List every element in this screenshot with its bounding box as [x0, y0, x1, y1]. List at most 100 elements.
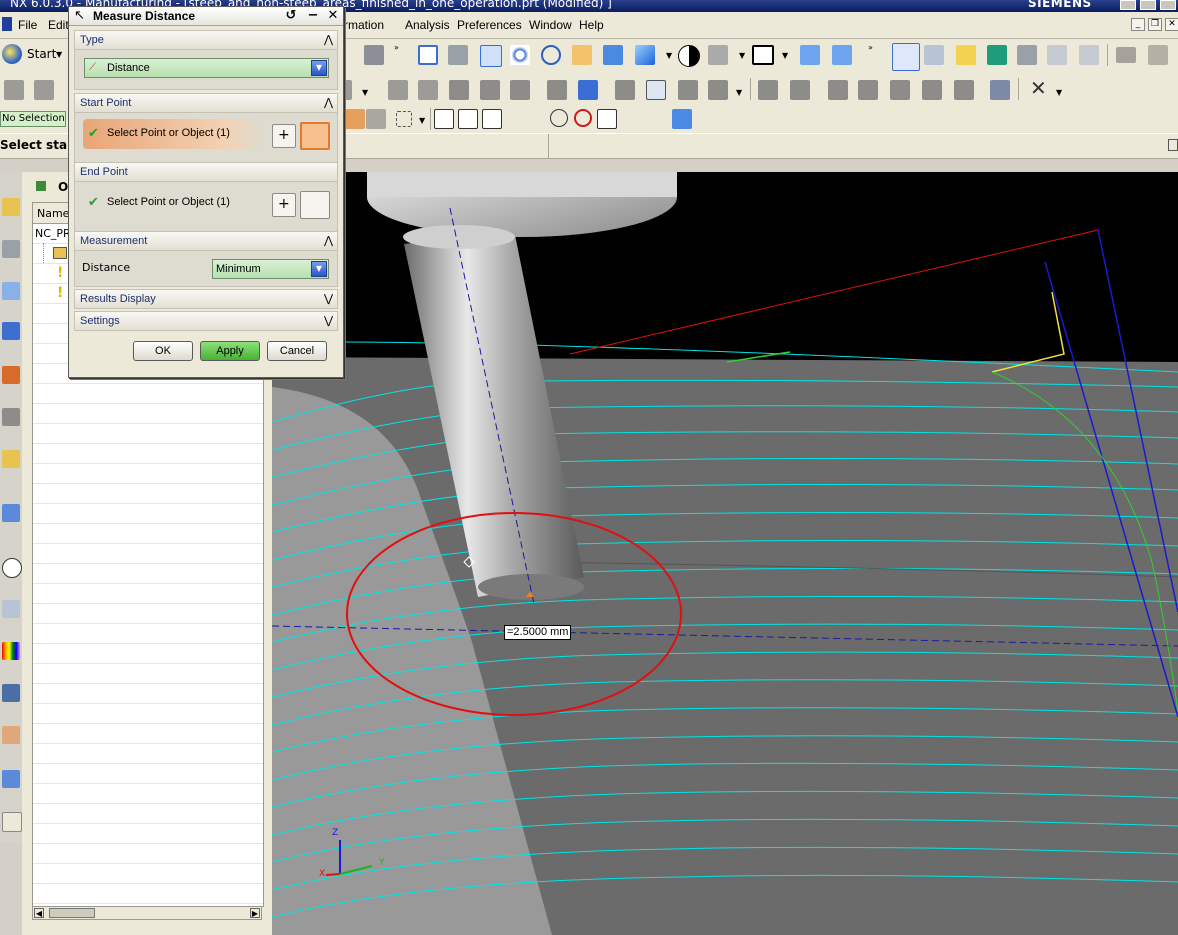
- snap-intersection-icon[interactable]: [506, 109, 526, 129]
- operation-navigator-icon[interactable]: [2, 322, 20, 340]
- start-point-group-header[interactable]: Start Point ⋀: [74, 93, 338, 113]
- close-icon[interactable]: ✕: [325, 8, 341, 23]
- part-icon[interactable]: [828, 80, 848, 100]
- scroll-left-icon[interactable]: ◀: [34, 908, 44, 918]
- history-icon[interactable]: [2, 558, 22, 578]
- feature-navigator-icon[interactable]: [2, 408, 20, 426]
- blank-icon[interactable]: [858, 80, 878, 100]
- inferred-point-button[interactable]: [300, 122, 330, 150]
- scroll-right-icon[interactable]: ▶: [250, 908, 260, 918]
- end-point-selection[interactable]: ✔ Select Point or Object (1): [83, 188, 263, 218]
- mdi-close-button[interactable]: ✕: [1165, 18, 1178, 31]
- snap-on-curve-icon[interactable]: [621, 109, 641, 129]
- chevron-up-icon[interactable]: ⋀: [324, 234, 333, 247]
- rectangle-dropdown-icon[interactable]: ▼: [419, 116, 425, 125]
- path-icon[interactable]: [987, 45, 1007, 65]
- method-icon[interactable]: [418, 80, 438, 100]
- zoom-icon[interactable]: [480, 45, 502, 67]
- type-combo[interactable]: ⟋ Distance ▼: [84, 58, 329, 78]
- minimize-button[interactable]: [1120, 0, 1136, 10]
- wcs-icon[interactable]: [800, 45, 820, 65]
- apply-button[interactable]: Apply: [200, 341, 260, 361]
- status-icon[interactable]: [1168, 139, 1178, 151]
- settings-group-header[interactable]: Settings ⋁: [74, 311, 338, 331]
- menu-edit[interactable]: Edit: [48, 18, 69, 32]
- more-arrow-2-icon[interactable]: »: [868, 43, 873, 52]
- verify-icon[interactable]: [510, 80, 530, 100]
- inferred-point-button[interactable]: [300, 191, 330, 219]
- type-group-header[interactable]: Type ⋀: [74, 30, 338, 50]
- menu-analysis[interactable]: Analysis: [405, 18, 450, 32]
- snap-mid-icon[interactable]: [458, 109, 478, 129]
- snap-center-icon[interactable]: [528, 109, 548, 129]
- angle-icon[interactable]: [1148, 45, 1168, 65]
- cut-icon[interactable]: [790, 80, 810, 100]
- background-icon[interactable]: [708, 45, 728, 65]
- feature-icon[interactable]: [758, 80, 778, 100]
- dialog-title-bar[interactable]: ↖ Measure Distance ↺ − ✕: [69, 7, 343, 26]
- hd3d-icon[interactable]: [2, 812, 22, 832]
- process-studio-icon[interactable]: [2, 684, 20, 702]
- operation-icon[interactable]: [4, 80, 24, 100]
- reset-icon[interactable]: ↺: [283, 8, 299, 23]
- clock-icon[interactable]: [708, 80, 728, 100]
- part-navigator-icon[interactable]: [2, 282, 20, 300]
- cancel-button[interactable]: Cancel: [267, 341, 327, 361]
- geometry-icon[interactable]: [388, 80, 408, 100]
- scroll-thumb[interactable]: [49, 908, 95, 918]
- hide-icon[interactable]: [1017, 45, 1037, 65]
- close-window-button[interactable]: [1160, 0, 1176, 10]
- blank-body-icon[interactable]: [990, 80, 1010, 100]
- pan-icon[interactable]: [572, 45, 592, 65]
- snap-existing-icon[interactable]: [597, 109, 617, 129]
- reuse-library-icon[interactable]: [2, 450, 20, 468]
- snap-arc-center-icon[interactable]: [550, 109, 568, 127]
- mdi-minimize-button[interactable]: _: [1131, 18, 1145, 31]
- orient-dropdown-icon[interactable]: ▼: [666, 51, 672, 60]
- snap-control-icon[interactable]: [482, 109, 502, 129]
- rectangle-select-icon[interactable]: [396, 111, 412, 127]
- rotate-icon[interactable]: [541, 45, 561, 65]
- snap-quadrant-icon[interactable]: [574, 109, 592, 127]
- menu-preferences[interactable]: Preferences: [457, 18, 522, 32]
- horizontal-scrollbar[interactable]: ◀ ▶: [32, 906, 262, 920]
- palette-icon[interactable]: [2, 642, 20, 660]
- magnify-icon[interactable]: [510, 45, 530, 65]
- machine-navigator-icon[interactable]: [2, 366, 20, 384]
- snap-type-icon[interactable]: [366, 109, 386, 129]
- generate-icon[interactable]: [449, 80, 469, 100]
- menu-window[interactable]: Window: [529, 18, 572, 32]
- snap-on-face-icon[interactable]: [644, 109, 664, 129]
- mdi-restore-button[interactable]: ❐: [1148, 18, 1162, 31]
- filter-icon[interactable]: [956, 45, 976, 65]
- chevron-down-icon[interactable]: ▼: [311, 60, 327, 76]
- chevron-up-icon[interactable]: ⋀: [324, 96, 333, 109]
- perspective-icon[interactable]: [603, 45, 623, 65]
- display-mode-dropdown-icon[interactable]: ▼: [782, 51, 788, 60]
- chevron-down-icon[interactable]: ⋁: [324, 314, 333, 327]
- system-scenes-icon[interactable]: [2, 770, 20, 788]
- results-display-group-header[interactable]: Results Display ⋁: [74, 289, 338, 309]
- distance-combo[interactable]: Minimum ▼: [212, 259, 329, 279]
- background-dropdown-icon[interactable]: ▼: [739, 51, 745, 60]
- info-icon[interactable]: [646, 80, 666, 100]
- end-point-group-header[interactable]: End Point: [74, 162, 338, 182]
- point-dialog-button[interactable]: +: [272, 193, 296, 217]
- replay-icon[interactable]: [480, 80, 500, 100]
- fixture-icon[interactable]: [922, 80, 942, 100]
- wcs-orient-icon[interactable]: [832, 45, 852, 65]
- measurement-group-header[interactable]: Measurement ⋀: [74, 231, 338, 251]
- point-dialog-button[interactable]: +: [272, 124, 296, 148]
- navigator-pin-icon[interactable]: [36, 181, 46, 191]
- snap-icon[interactable]: [924, 45, 944, 65]
- assembly-navigator-icon[interactable]: [2, 198, 20, 216]
- zoom-area-icon[interactable]: [448, 45, 468, 65]
- graphics-window[interactable]: Z Y X =2.5000 mm: [272, 172, 1178, 935]
- snap-bounded-icon[interactable]: [672, 109, 692, 129]
- maximize-button[interactable]: [1140, 0, 1156, 10]
- chevron-down-icon[interactable]: ⋁: [324, 292, 333, 305]
- chevron-up-icon[interactable]: ⋀: [324, 33, 333, 46]
- ok-button[interactable]: OK: [133, 341, 193, 361]
- measure-icon[interactable]: [1116, 47, 1136, 63]
- constraint-navigator-icon[interactable]: [2, 240, 20, 258]
